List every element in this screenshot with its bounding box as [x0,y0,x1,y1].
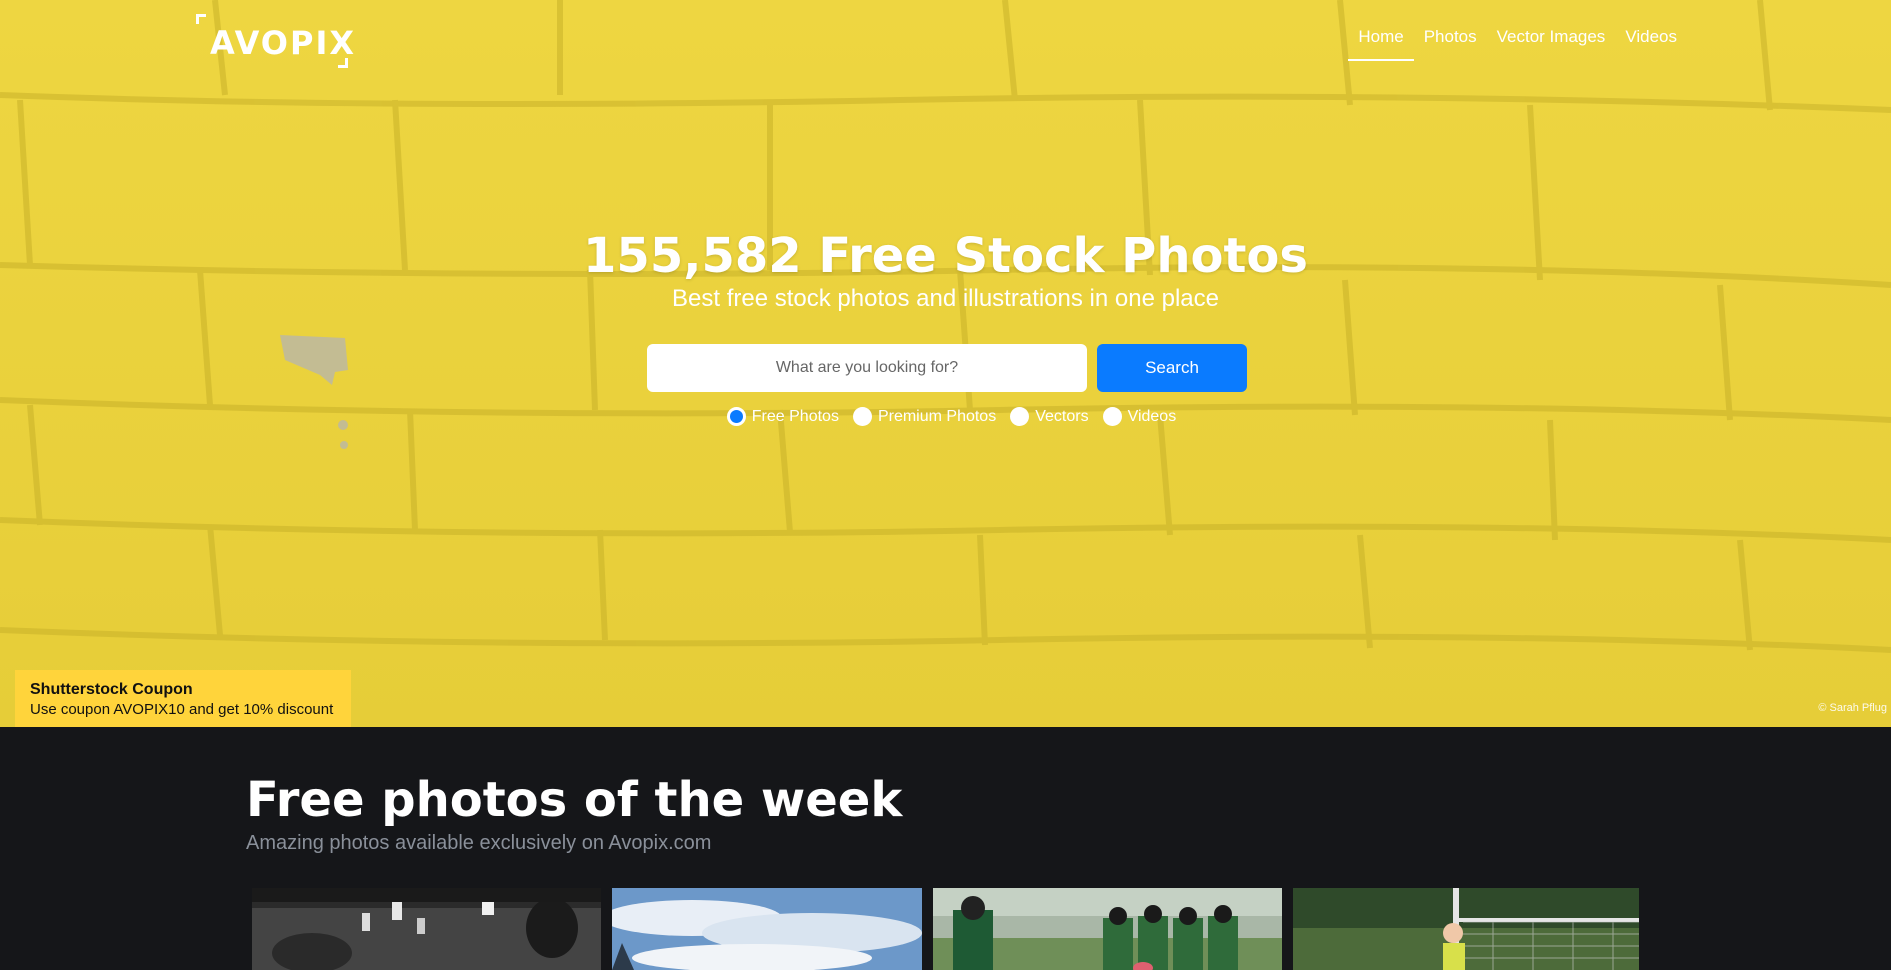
nav-home[interactable]: Home [1348,25,1415,61]
nav-videos[interactable]: Videos [1615,25,1687,61]
search-type-options: Free Photos Premium Photos Vectors Video… [0,407,1891,426]
radio-videos[interactable]: Videos [1102,407,1177,426]
soccer-goal-photo [1293,888,1639,970]
nightclub-photo [252,888,601,970]
hero-title: 155,582 Free Stock Photos [583,228,1308,284]
photo-thumbnail[interactable] [1293,888,1639,970]
radio-vectors[interactable]: Vectors [1010,407,1089,426]
radio-label: Free Photos [751,407,839,425]
shutterstock-coupon-banner[interactable]: Shutterstock Coupon Use coupon AVOPIX10 … [15,670,351,727]
logo-text: AVOPIX [210,24,357,62]
logo-corner-bottom-right [338,58,348,68]
football-photo [933,888,1282,970]
logo-corner-top-left [196,14,206,24]
avopix-logo[interactable]: AVOPIX [196,14,354,68]
radio-button[interactable] [852,407,872,426]
section-subtitle: Amazing photos available exclusively on … [246,832,712,854]
hero-subtitle: Best free stock photos and illustrations… [672,285,1219,312]
search-button[interactable]: Search [1097,344,1247,392]
radio-free-photos[interactable]: Free Photos [726,407,839,426]
photo-thumbnail[interactable] [612,888,922,970]
radio-button[interactable] [1010,407,1030,426]
nav-vector-images[interactable]: Vector Images [1487,25,1616,61]
radio-button[interactable] [1102,407,1122,426]
sky-photo [612,888,922,970]
search-input[interactable] [647,344,1087,392]
nav-photos[interactable]: Photos [1414,25,1487,61]
radio-label: Premium Photos [877,407,997,425]
photo-credit[interactable]: © Sarah Pflug [1818,702,1887,714]
section-title: Free photos of the week [246,772,903,828]
photo-thumbnail[interactable] [933,888,1282,970]
radio-button-checked[interactable] [726,407,746,426]
radio-premium-photos[interactable]: Premium Photos [852,407,997,426]
hero-banner: AVOPIX Home Photos Vector Images Videos … [0,0,1891,727]
radio-label: Videos [1127,407,1177,425]
main-navigation: Home Photos Vector Images Videos [1348,25,1687,61]
photo-thumbnail[interactable] [252,888,601,970]
coupon-text: Use coupon AVOPIX10 and get 10% discount [30,701,334,718]
radio-label: Vectors [1035,407,1089,425]
coupon-title: Shutterstock Coupon [30,681,193,698]
